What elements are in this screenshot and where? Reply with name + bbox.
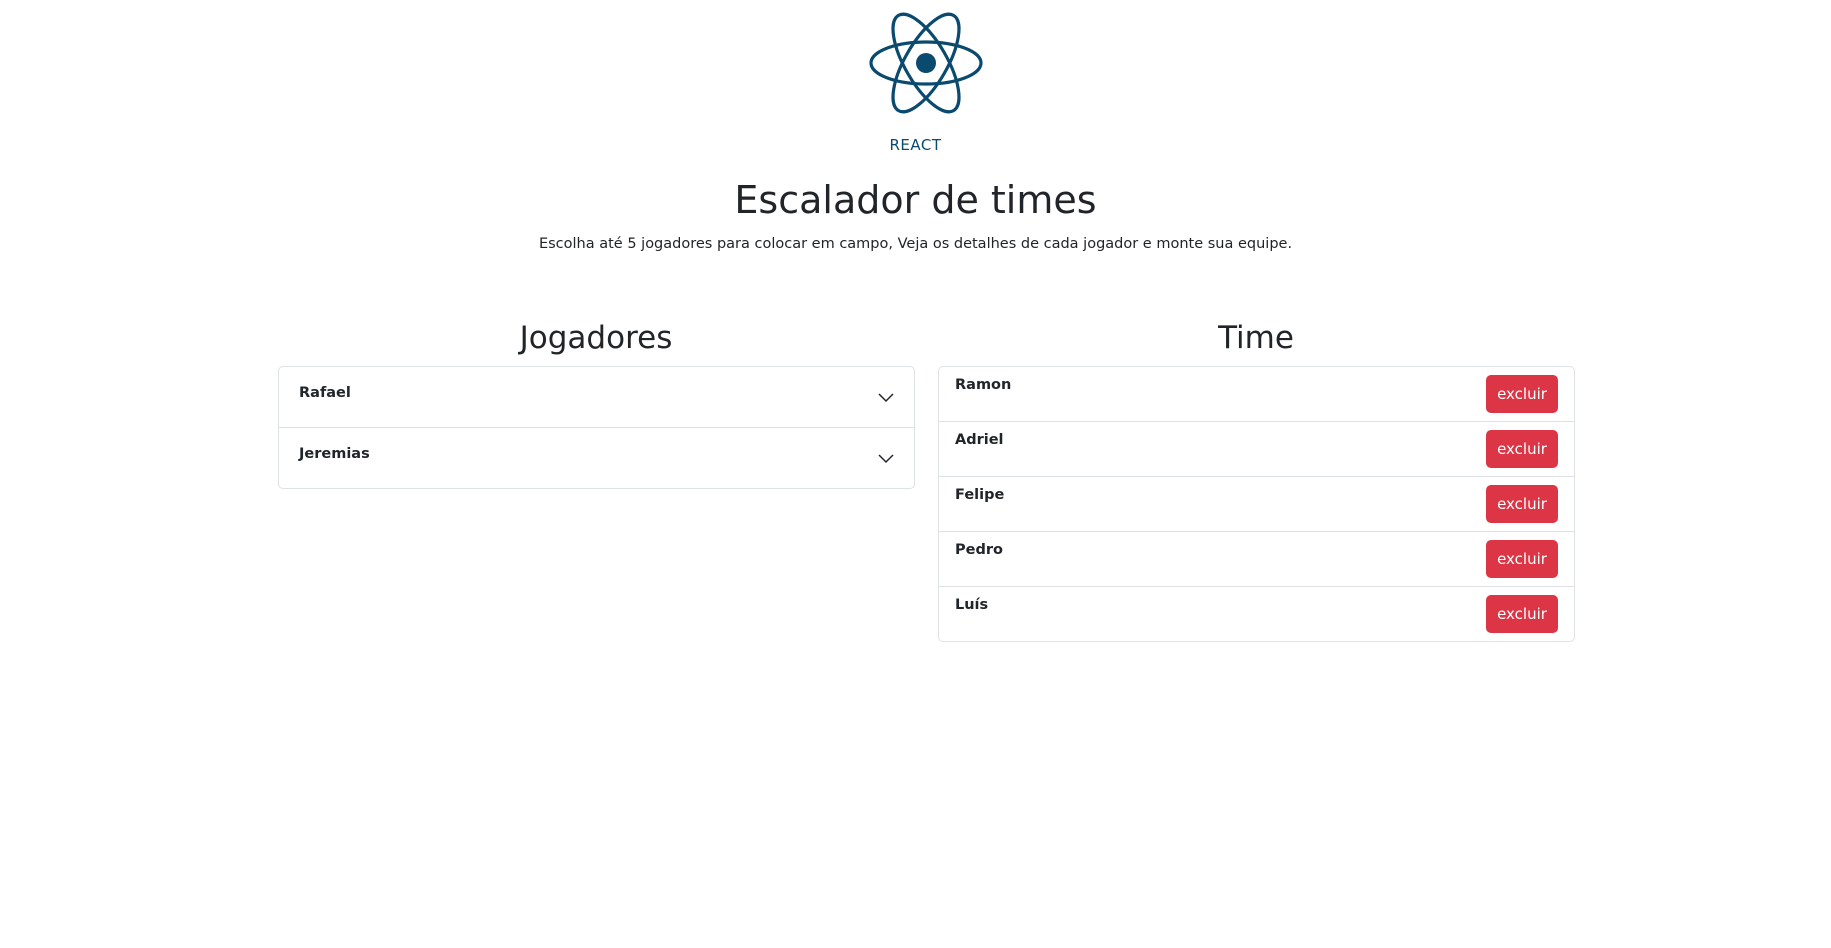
remove-player-button[interactable]: excluir <box>1486 595 1558 633</box>
team-list-item: Felipe excluir <box>939 477 1574 532</box>
remove-player-button[interactable]: excluir <box>1486 485 1558 523</box>
team-heading: Time <box>1218 320 1294 356</box>
team-list-item: Pedro excluir <box>939 532 1574 587</box>
team-player-name: Felipe <box>955 487 1005 503</box>
page-title: Escalador de times <box>734 178 1097 222</box>
team-list-item: Ramon excluir <box>939 367 1574 422</box>
remove-player-button[interactable]: excluir <box>1486 540 1558 578</box>
players-accordion: Rafael Jeremias <box>278 366 915 489</box>
player-name: Rafael <box>299 385 351 401</box>
team-list-item: Adriel excluir <box>939 422 1574 477</box>
team-player-name: Ramon <box>955 377 1012 393</box>
chevron-down-icon[interactable] <box>878 450 894 466</box>
team-list: Ramon excluir Adriel excluir Felipe excluir… <box>938 366 1575 642</box>
team-player-name: Luís <box>955 597 989 613</box>
player-name: Jeremias <box>299 446 370 462</box>
remove-player-button[interactable]: excluir <box>1486 430 1558 468</box>
chevron-down-icon[interactable] <box>878 389 894 405</box>
team-player-name: Pedro <box>955 542 1003 558</box>
page-subtitle: Escolha até 5 jogadores para colocar em … <box>538 236 1293 252</box>
team-player-name: Adriel <box>955 432 1004 448</box>
players-heading: Jogadores <box>519 320 673 356</box>
remove-player-button[interactable]: excluir <box>1486 375 1558 413</box>
team-list-item: Luís excluir <box>939 587 1574 641</box>
player-accordion-item[interactable]: Rafael <box>279 367 914 428</box>
logo-label: REACT <box>889 136 942 154</box>
react-logo-icon <box>869 12 983 114</box>
player-accordion-item[interactable]: Jeremias <box>279 428 914 488</box>
